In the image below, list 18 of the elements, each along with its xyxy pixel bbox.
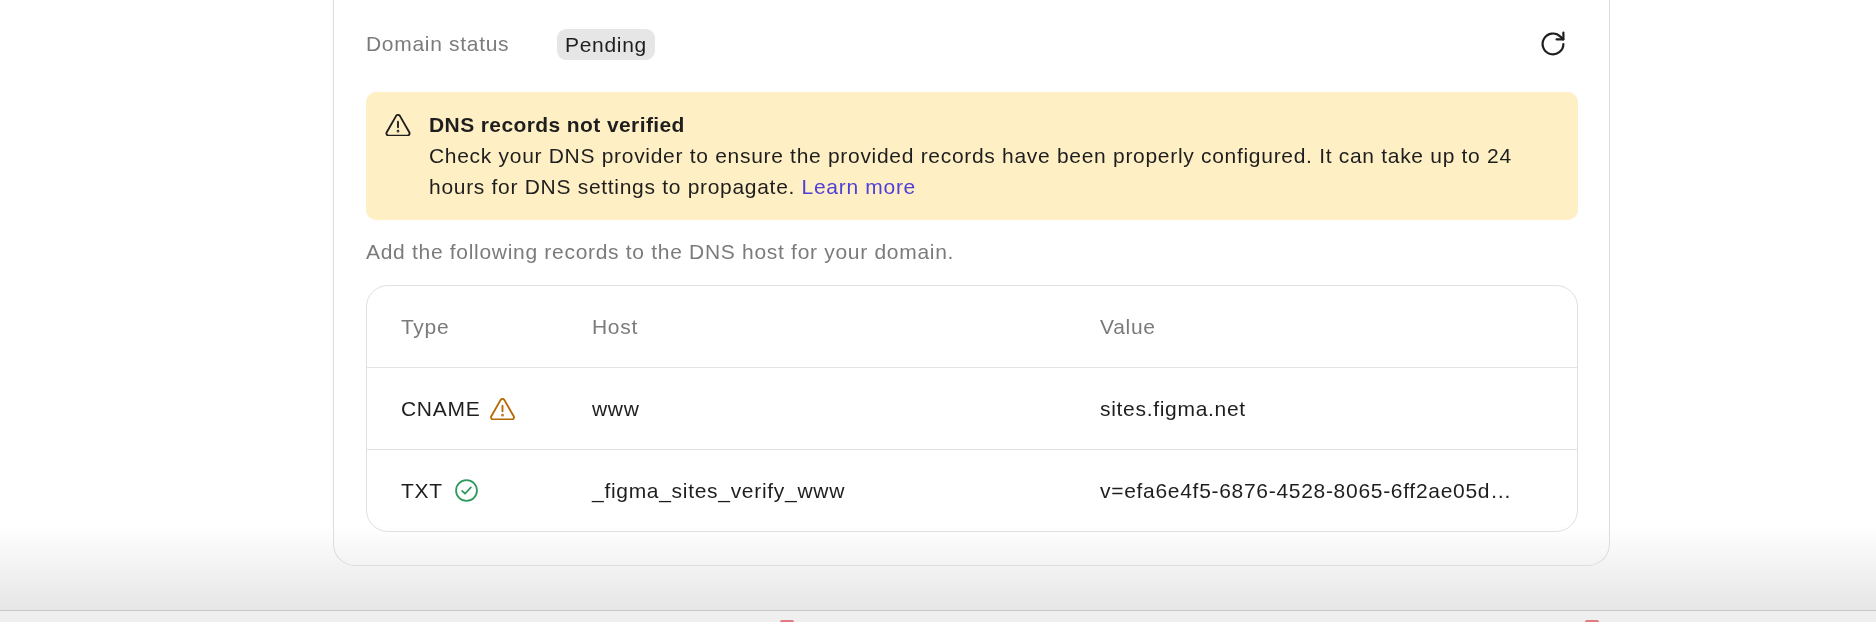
refresh-button[interactable] (1540, 31, 1566, 57)
host-cell: _figma_sites_verify_www (592, 478, 846, 503)
column-header: Type (401, 314, 450, 339)
alert-message: Check your DNS provider to ensure the provided records have been properly configured. It can take up to 24 hours for DNS settings to propagate. Learn more (429, 143, 1513, 200)
record-type: TXT (401, 478, 443, 503)
domain-status-label: Domain status (366, 32, 511, 56)
status-badge: Pending (557, 28, 655, 60)
alert-title: DNS records not verified (429, 112, 686, 138)
column-header: Host (592, 314, 638, 339)
warning-icon (385, 113, 411, 136)
column-header: Value (1100, 314, 1156, 339)
learn-more-link[interactable]: Learn more (801, 175, 916, 198)
host-cell: www (592, 396, 640, 421)
record-type: CNAME (401, 396, 481, 421)
refresh-icon (1540, 31, 1566, 57)
value-cell: v=efa6e4f5-6876-4528-8065-6ff2ae05d… (1100, 478, 1512, 503)
value-cell: sites.figma.net (1100, 396, 1246, 421)
instructions-text: Add the following records to the DNS host for your domain. (366, 240, 956, 264)
